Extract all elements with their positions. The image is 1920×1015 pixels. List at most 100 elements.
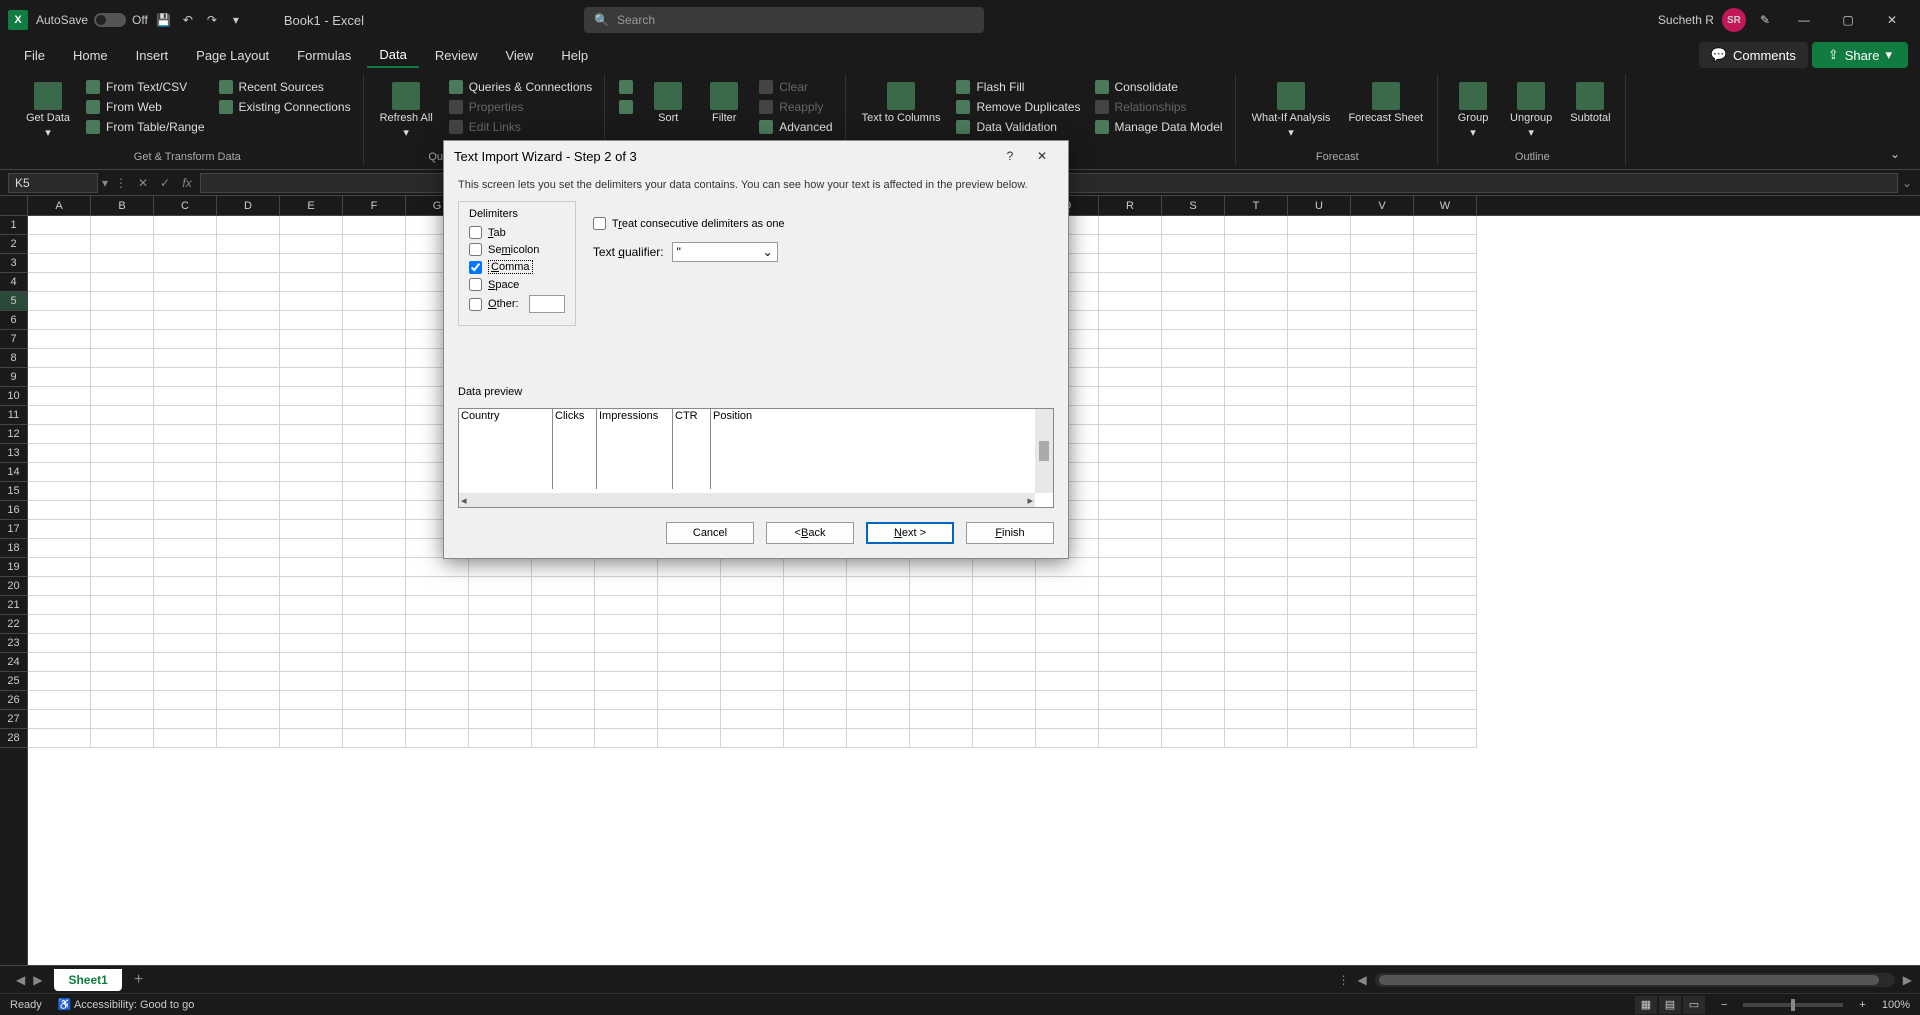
tab-file[interactable]: File — [12, 44, 57, 67]
column-header[interactable]: D — [217, 196, 280, 215]
row-header[interactable]: 12 — [0, 425, 27, 444]
properties-button[interactable]: Properties — [445, 98, 596, 116]
enter-formula-icon[interactable]: ✓ — [156, 176, 174, 190]
delimiter-comma-label[interactable]: Comma — [488, 260, 533, 274]
search-input[interactable]: 🔍 Search — [584, 7, 984, 33]
close-button[interactable]: ✕ — [1872, 5, 1912, 35]
row-header[interactable]: 21 — [0, 596, 27, 615]
column-header[interactable]: F — [343, 196, 406, 215]
treat-consecutive-checkbox[interactable] — [593, 217, 606, 230]
row-header[interactable]: 23 — [0, 634, 27, 653]
select-all-corner[interactable] — [0, 196, 28, 216]
tab-page-layout[interactable]: Page Layout — [184, 44, 281, 67]
column-header[interactable]: R — [1099, 196, 1162, 215]
manage-data-model-button[interactable]: Manage Data Model — [1091, 118, 1227, 136]
ink-icon[interactable]: ✎ — [1760, 13, 1770, 27]
relationships-button[interactable]: Relationships — [1091, 98, 1227, 116]
from-web-button[interactable]: From Web — [82, 98, 209, 116]
scroll-right-icon[interactable]: ▸ — [1027, 494, 1033, 507]
consolidate-button[interactable]: Consolidate — [1091, 78, 1227, 96]
tab-formulas[interactable]: Formulas — [285, 44, 363, 67]
add-sheet-button[interactable]: + — [126, 971, 151, 989]
existing-connections-button[interactable]: Existing Connections — [215, 98, 355, 116]
forecast-sheet-button[interactable]: Forecast Sheet — [1342, 78, 1429, 128]
row-header[interactable]: 7 — [0, 330, 27, 349]
group-button[interactable]: Group▾ — [1448, 78, 1498, 143]
what-if-button[interactable]: What-If Analysis▾ — [1246, 78, 1337, 143]
tab-help[interactable]: Help — [549, 44, 600, 67]
autosave-toggle[interactable]: AutoSave Off — [36, 13, 148, 27]
row-header[interactable]: 25 — [0, 672, 27, 691]
refresh-all-button[interactable]: Refresh All▾ — [374, 78, 439, 143]
scroll-left-icon[interactable]: ◂ — [461, 494, 467, 507]
dialog-close-button[interactable]: ✕ — [1026, 144, 1058, 168]
advanced-button[interactable]: Advanced — [755, 118, 836, 136]
fx-icon[interactable]: fx — [178, 176, 196, 190]
edit-links-button[interactable]: Edit Links — [445, 118, 596, 136]
tab-insert[interactable]: Insert — [124, 44, 181, 67]
tab-data[interactable]: Data — [367, 43, 418, 68]
row-header[interactable]: 19 — [0, 558, 27, 577]
preview-vertical-scrollbar[interactable] — [1035, 409, 1053, 493]
row-header[interactable]: 28 — [0, 729, 27, 748]
minimize-button[interactable]: — — [1784, 5, 1824, 35]
column-header[interactable]: A — [28, 196, 91, 215]
preview-horizontal-scrollbar[interactable]: ◂▸ — [459, 493, 1035, 507]
row-header[interactable]: 15 — [0, 482, 27, 501]
row-header[interactable]: 11 — [0, 406, 27, 425]
share-button[interactable]: ⇪ Share ▾ — [1812, 42, 1908, 68]
delimiter-semicolon-label[interactable]: Semicolon — [488, 244, 539, 256]
column-header[interactable]: T — [1225, 196, 1288, 215]
sort-za-button[interactable] — [615, 98, 637, 116]
tab-home[interactable]: Home — [61, 44, 120, 67]
column-header[interactable]: S — [1162, 196, 1225, 215]
row-header[interactable]: 24 — [0, 653, 27, 672]
comments-button[interactable]: 💬 Comments — [1699, 42, 1808, 68]
sheet-tab-sheet1[interactable]: Sheet1 — [54, 969, 121, 991]
name-box-dropdown-icon[interactable]: ▾ — [102, 176, 108, 190]
column-header[interactable]: U — [1288, 196, 1351, 215]
text-to-columns-button[interactable]: Text to Columns — [856, 78, 947, 128]
text-qualifier-select[interactable]: " ⌄ — [672, 242, 778, 262]
zoom-level[interactable]: 100% — [1882, 999, 1910, 1011]
dialog-help-button[interactable]: ? — [994, 144, 1026, 168]
back-button[interactable]: < Back — [766, 522, 854, 544]
row-header[interactable]: 18 — [0, 539, 27, 558]
redo-icon[interactable]: ↷ — [204, 12, 220, 28]
column-header[interactable]: C — [154, 196, 217, 215]
dropdown-icon[interactable]: ⋮ — [112, 176, 130, 190]
column-header[interactable]: W — [1414, 196, 1477, 215]
view-normal-button[interactable]: ▦ — [1635, 996, 1657, 1014]
reapply-button[interactable]: Reapply — [755, 98, 836, 116]
flash-fill-button[interactable]: Flash Fill — [952, 78, 1084, 96]
recent-sources-button[interactable]: Recent Sources — [215, 78, 355, 96]
sheet-options-icon[interactable]: ⋮ — [1338, 973, 1350, 987]
tab-view[interactable]: View — [493, 44, 545, 67]
view-page-layout-button[interactable]: ▤ — [1659, 996, 1681, 1014]
row-header[interactable]: 6 — [0, 311, 27, 330]
row-header[interactable]: 14 — [0, 463, 27, 482]
sort-az-button[interactable] — [615, 78, 637, 96]
save-icon[interactable]: 💾 — [156, 12, 172, 28]
row-header[interactable]: 26 — [0, 691, 27, 710]
queries-connections-button[interactable]: Queries & Connections — [445, 78, 596, 96]
row-header[interactable]: 22 — [0, 615, 27, 634]
user-account[interactable]: Sucheth R SR — [1658, 8, 1746, 32]
status-accessibility[interactable]: ♿ Accessibility: Good to go — [58, 998, 195, 1011]
remove-duplicates-button[interactable]: Remove Duplicates — [952, 98, 1084, 116]
delimiter-other-checkbox[interactable] — [469, 298, 482, 311]
row-header[interactable]: 2 — [0, 235, 27, 254]
row-header[interactable]: 10 — [0, 387, 27, 406]
horizontal-scrollbar[interactable] — [1375, 973, 1895, 987]
row-header[interactable]: 8 — [0, 349, 27, 368]
zoom-slider[interactable] — [1743, 1003, 1843, 1007]
delimiter-space-label[interactable]: Space — [488, 279, 519, 291]
row-header[interactable]: 13 — [0, 444, 27, 463]
tab-review[interactable]: Review — [423, 44, 490, 67]
column-header[interactable]: B — [91, 196, 154, 215]
data-validation-button[interactable]: Data Validation — [952, 118, 1084, 136]
row-header[interactable]: 1 — [0, 216, 27, 235]
ribbon-collapse-button[interactable]: ⌄ — [1882, 74, 1908, 165]
sheet-nav-next-icon[interactable]: ▶ — [33, 973, 42, 987]
row-header[interactable]: 27 — [0, 710, 27, 729]
